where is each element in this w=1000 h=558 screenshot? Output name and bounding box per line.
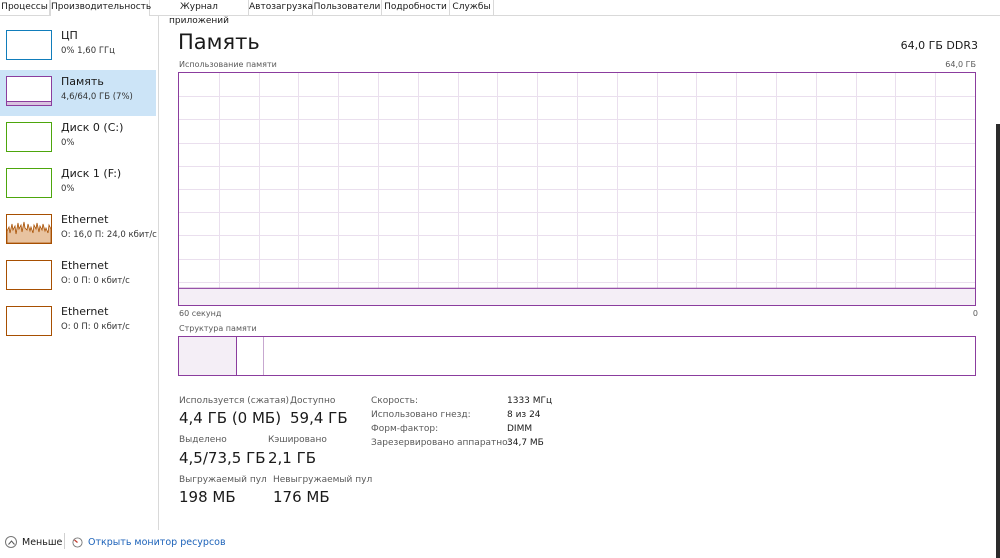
memory-thumbnail	[6, 76, 52, 106]
open-resource-monitor-link[interactable]: Открыть монитор ресурсов	[72, 534, 226, 550]
time-axis-start: 60 секунд	[179, 309, 222, 318]
footer-separator	[64, 533, 65, 549]
structure-in-use-segment[interactable]	[179, 337, 237, 375]
open-resource-monitor-label: Открыть монитор ресурсов	[88, 536, 226, 548]
footer: Меньше Открыть монитор ресурсов	[0, 530, 1000, 558]
resource-sidebar: ЦП 0% 1,60 ГГц Память 4,6/64,0 ГБ (7%) Д…	[0, 16, 159, 530]
tab-app-history[interactable]: Журнал приложений	[150, 0, 249, 26]
nonpaged-pool-label: Невыгружаемый пул	[273, 475, 373, 485]
slots-used-label: Использовано гнезд:	[371, 410, 471, 420]
slots-used-value: 8 из 24	[507, 410, 541, 420]
sidebar-item-subtitle: 0%	[61, 138, 75, 148]
memory-usage-graph	[178, 72, 976, 306]
tab-details[interactable]: Подробности	[382, 0, 450, 15]
sidebar-item-title: ЦП	[61, 29, 78, 42]
sidebar-item-disk-0[interactable]: Диск 0 (C:) 0%	[0, 116, 156, 162]
form-factor-value: DIMM	[507, 424, 533, 434]
tab-performance[interactable]: Производительность	[50, 0, 151, 16]
hardware-reserved-label: Зарезервировано аппаратно:	[371, 438, 511, 448]
memory-thumbnail-fill	[7, 101, 51, 105]
sidebar-item-disk-1[interactable]: Диск 1 (F:) 0%	[0, 162, 156, 208]
tab-users[interactable]: Пользователи	[313, 0, 382, 15]
available-value: 59,4 ГБ	[290, 409, 348, 427]
sidebar-item-title: Диск 0 (C:)	[61, 121, 124, 134]
memory-structure-bar	[178, 336, 976, 376]
sidebar-item-ethernet-2[interactable]: Ethernet О: 0 П: 0 кбит/с	[0, 254, 156, 300]
sidebar-item-subtitle: 0% 1,60 ГГц	[61, 46, 115, 56]
window-edge	[996, 124, 1000, 558]
graph-max-label: 64,0 ГБ	[945, 60, 976, 69]
page-title: Память	[178, 30, 260, 54]
sidebar-item-title: Диск 1 (F:)	[61, 167, 122, 180]
nonpaged-pool-value: 176 МБ	[273, 488, 330, 506]
chevron-up-icon	[5, 536, 17, 548]
sidebar-item-subtitle: 4,6/64,0 ГБ (7%)	[61, 92, 133, 102]
tab-startup[interactable]: Автозагрузка	[249, 0, 313, 15]
sidebar-item-title: Память	[61, 75, 104, 88]
cpu-thumbnail	[6, 30, 52, 60]
sidebar-item-memory[interactable]: Память 4,6/64,0 ГБ (7%)	[0, 70, 156, 116]
speed-value: 1333 МГц	[507, 396, 553, 406]
ethernet-activity-area	[7, 221, 51, 243]
committed-value: 4,5/73,5 ГБ	[179, 449, 266, 467]
sidebar-item-ethernet-3[interactable]: Ethernet О: 0 П: 0 кбит/с	[0, 300, 156, 346]
in-use-value: 4,4 ГБ (0 МБ)	[179, 409, 282, 427]
sidebar-item-cpu[interactable]: ЦП 0% 1,60 ГГц	[0, 24, 156, 70]
cached-value: 2,1 ГБ	[268, 449, 317, 467]
sidebar-item-subtitle: О: 0 П: 0 кбит/с	[61, 276, 130, 286]
graph-label: Использование памяти	[179, 60, 277, 69]
sidebar-item-ethernet-1[interactable]: Ethernet О: 16,0 П: 24,0 кбит/с	[0, 208, 157, 254]
tab-bar: Процессы Производительность Журнал прило…	[0, 0, 1000, 26]
committed-label: Выделено	[179, 435, 227, 445]
sidebar-item-title: Ethernet	[61, 213, 109, 226]
memory-capacity: 64,0 ГБ DDR3	[900, 39, 978, 52]
sidebar-item-subtitle: 0%	[61, 184, 75, 194]
fewer-details-label: Меньше	[22, 536, 63, 548]
ethernet-activity-graph	[7, 221, 51, 243]
structure-modified-segment[interactable]	[237, 337, 264, 375]
fewer-details-button[interactable]: Меньше	[5, 534, 62, 550]
memory-usage-chart	[179, 73, 975, 305]
resource-monitor-icon	[72, 536, 83, 548]
time-axis-end: 0	[972, 309, 978, 318]
paged-pool-label: Выгружаемый пул	[179, 475, 267, 485]
memory-usage-area	[179, 288, 975, 305]
available-label: Доступно	[290, 396, 336, 406]
ethernet-1-thumbnail	[6, 214, 52, 244]
speed-label: Скорость:	[371, 396, 418, 406]
ethernet-2-thumbnail	[6, 260, 52, 290]
sidebar-item-subtitle: О: 0 П: 0 кбит/с	[61, 322, 130, 332]
tab-processes[interactable]: Процессы	[0, 0, 50, 15]
tab-services[interactable]: Службы	[450, 0, 494, 15]
hardware-reserved-value: 34,7 МБ	[507, 438, 544, 448]
structure-label: Структура памяти	[179, 324, 257, 333]
cached-label: Кэшировано	[268, 435, 327, 445]
disk-1-thumbnail	[6, 168, 52, 198]
in-use-label: Используется (сжатая)	[179, 396, 290, 406]
sidebar-item-title: Ethernet	[61, 259, 109, 272]
sidebar-item-title: Ethernet	[61, 305, 109, 318]
paged-pool-value: 198 МБ	[179, 488, 236, 506]
sidebar-item-subtitle: О: 16,0 П: 24,0 кбит/с	[61, 230, 157, 240]
disk-0-thumbnail	[6, 122, 52, 152]
form-factor-label: Форм-фактор:	[371, 424, 439, 434]
ethernet-3-thumbnail	[6, 306, 52, 336]
